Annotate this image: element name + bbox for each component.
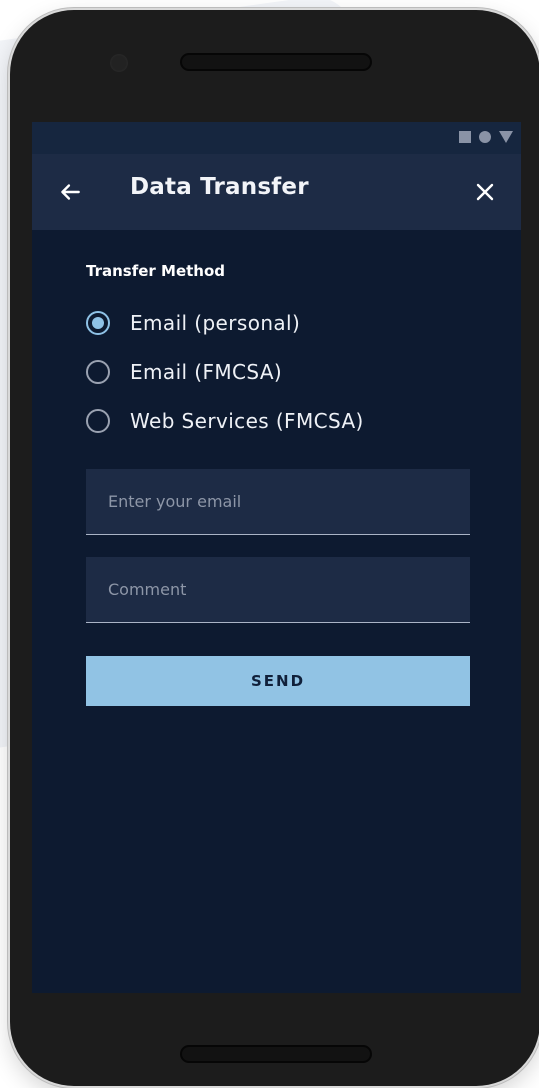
stop-square-icon (459, 131, 471, 143)
comment-field-container (86, 557, 470, 623)
email-field-container (86, 469, 470, 535)
status-bar (32, 122, 521, 154)
back-button[interactable] (54, 176, 86, 208)
triangle-down-icon (499, 131, 513, 143)
front-camera (110, 54, 128, 72)
option-label: Email (FMCSA) (130, 359, 283, 384)
send-button[interactable]: SEND (86, 656, 470, 706)
arrow-left-icon (61, 184, 80, 200)
comment-field[interactable] (86, 557, 470, 622)
option-label: Web Services (FMCSA) (130, 408, 364, 433)
radio-button[interactable] (86, 408, 110, 433)
option-label: Email (personal) (130, 310, 301, 335)
transfer-method-label: Transfer Method (86, 262, 226, 280)
radio-button-checked[interactable] (86, 310, 110, 335)
top-speaker (180, 53, 372, 71)
radio-button[interactable] (86, 359, 110, 384)
close-button[interactable] (469, 176, 501, 208)
app-bar: Data Transfer (32, 154, 521, 230)
option-email-personal[interactable]: Email (personal) (86, 298, 470, 347)
bottom-speaker (180, 1045, 372, 1063)
status-icons (459, 131, 513, 143)
circle-icon (479, 131, 491, 143)
page-title: Data Transfer (130, 174, 309, 200)
option-web-services-fmcsa[interactable]: Web Services (FMCSA) (86, 396, 470, 445)
option-email-fmcsa[interactable]: Email (FMCSA) (86, 347, 470, 396)
close-x-icon (476, 183, 494, 201)
radio-dot (92, 316, 104, 329)
email-field[interactable] (86, 469, 470, 534)
phone-frame: Data Transfer Transfer Method Email (per… (10, 10, 539, 1086)
app-screen: Data Transfer Transfer Method Email (per… (32, 122, 521, 993)
transfer-form: Transfer Method Email (personal) Email (… (86, 262, 470, 706)
